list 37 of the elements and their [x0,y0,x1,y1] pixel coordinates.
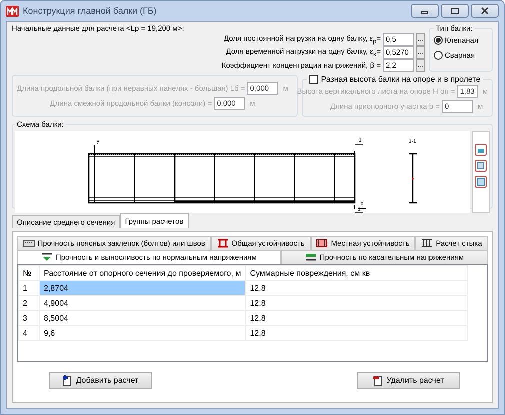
checkbox[interactable] [309,75,318,84]
minimize-button[interactable] [411,4,439,18]
joint-icon [421,239,434,248]
table-cell: 12,8 [246,310,468,326]
column-header: № [18,266,40,280]
table-cell: 12,8 [246,326,468,340]
frame-icon [216,239,229,248]
add-document-icon [62,375,72,386]
maximize-icon [450,7,460,15]
window-title: Конструкция главной балки (ГБ) [23,6,157,16]
table-cell: 4 [18,326,40,340]
zoom-all-icon[interactable] [475,176,487,188]
table-cell: 12,8 [246,280,468,296]
zoom-fit-icon[interactable] [475,160,487,172]
table-cell: 2,8704 [40,280,246,296]
beam-section-icon [304,253,317,262]
radio-button[interactable] [434,36,443,45]
table-cell: 3 [18,310,40,326]
checkbox-label: Разная высота балки на опоре и в пролете [321,75,481,84]
frame-icon [316,239,328,248]
rivet-strip-icon [22,239,35,248]
radio-button[interactable] [434,51,443,60]
table-cell: 4,9004 [40,296,246,310]
table-cell: 2 [18,296,40,310]
table-cell: 12,8 [246,296,468,310]
close-button[interactable] [471,4,499,18]
beam-section-icon [40,253,53,262]
delete-button[interactable]: Удалить расчет [357,372,460,389]
add-button[interactable]: Добавить расчет [49,372,152,389]
column-header: Суммарные повреждения, см кв [246,266,468,280]
close-icon [480,7,490,15]
delete-document-icon [372,375,383,386]
column-header: Расстояние от опорного сечения до проверяемого, м [40,266,246,280]
maximize-button[interactable] [441,4,469,18]
table-cell: 9,6 [40,326,246,340]
app-logo-icon [6,6,19,16]
table-cell: 8,5004 [40,310,246,326]
